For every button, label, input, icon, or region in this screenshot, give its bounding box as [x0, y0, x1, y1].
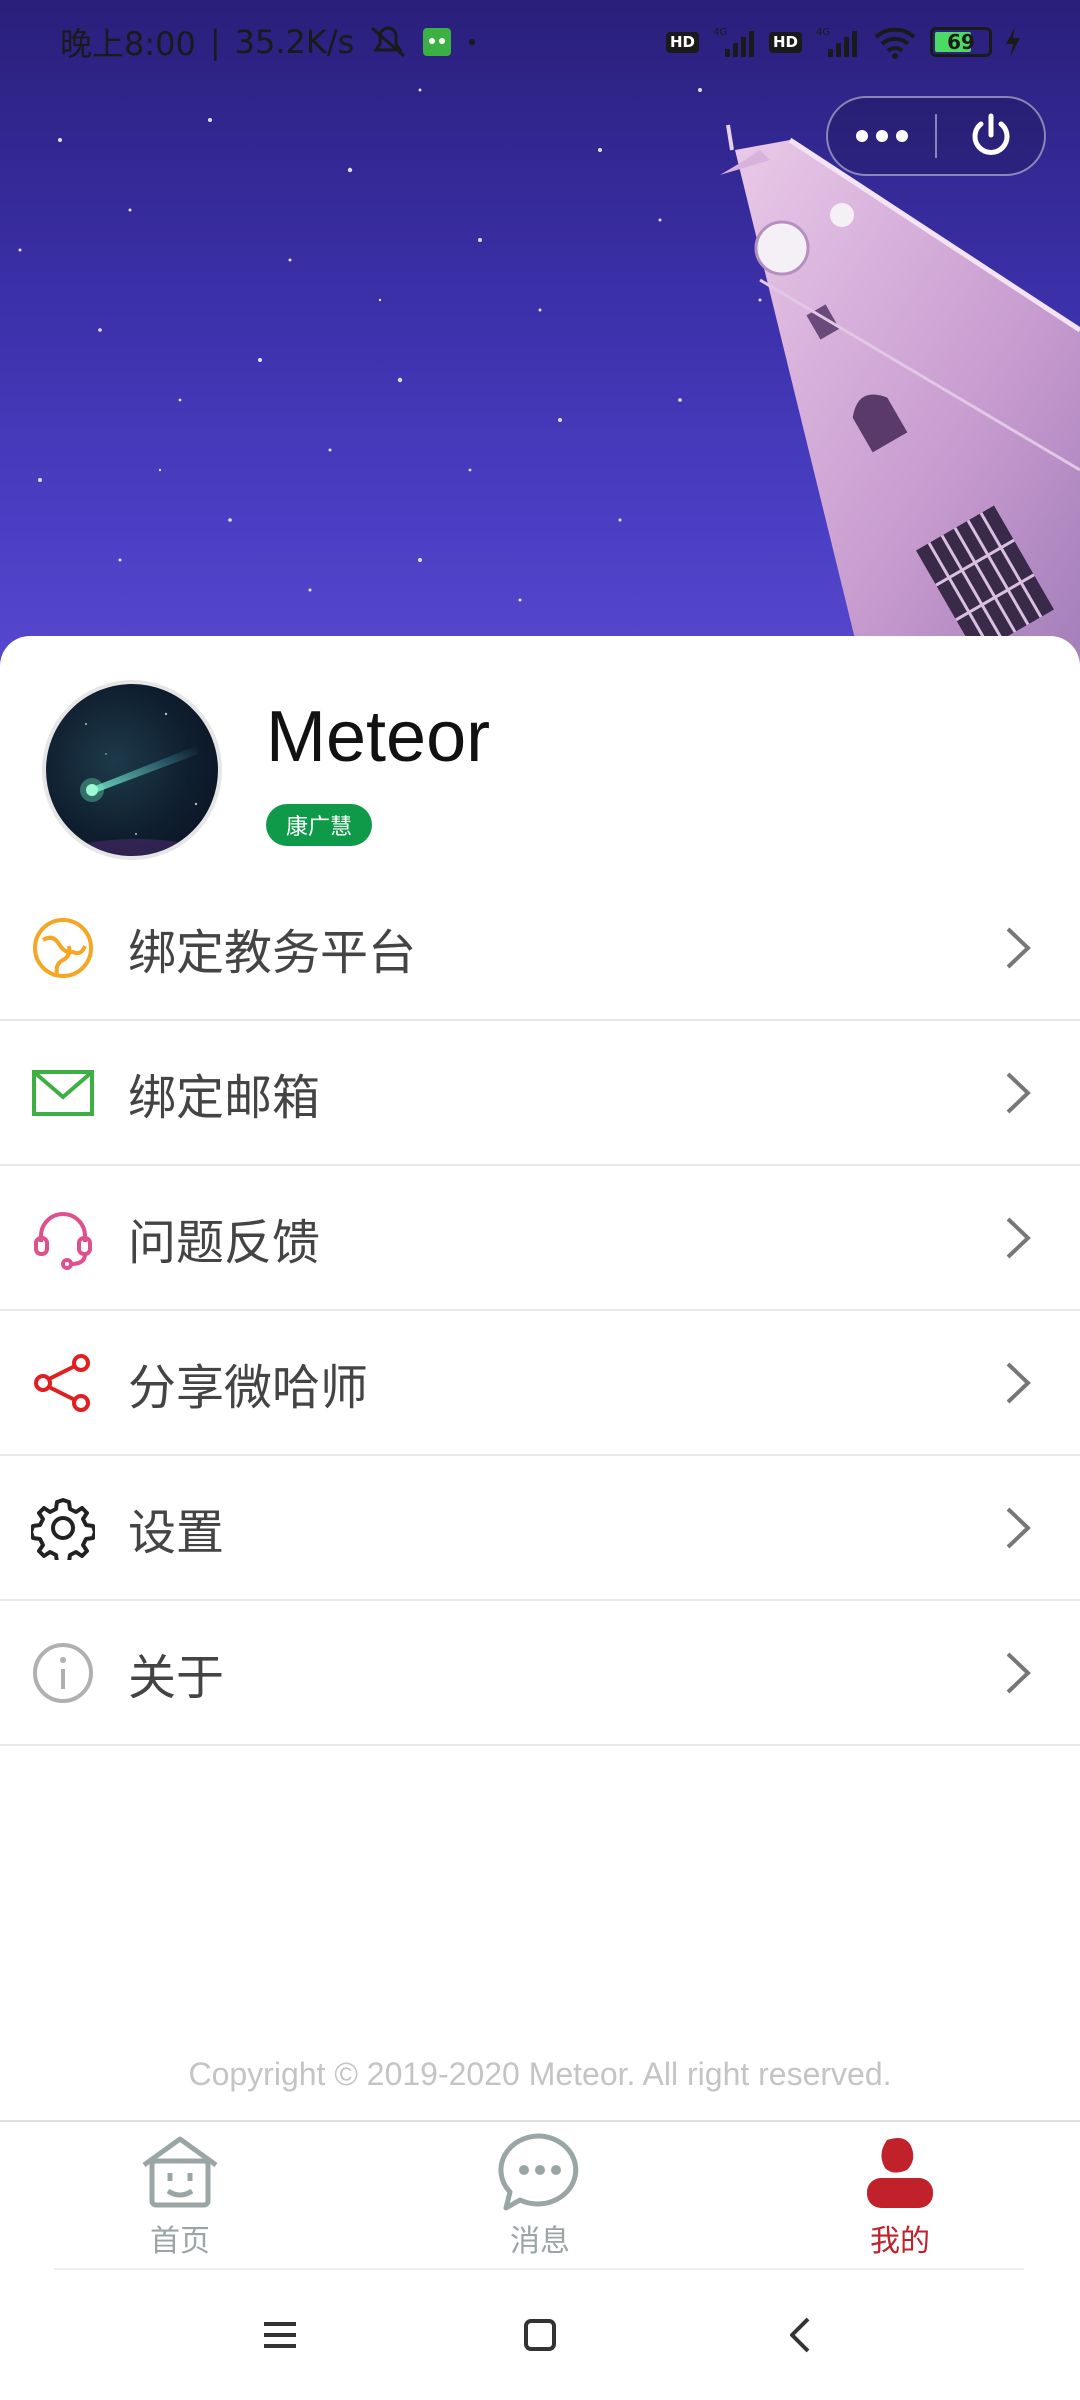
menu-item-feedback[interactable]: 问题反馈 [0, 1166, 1080, 1311]
mute-notification-icon [368, 24, 408, 60]
hd-badge-2: HD [768, 31, 802, 53]
chevron-right-icon [1006, 1072, 1031, 1113]
sim1-type-text: 4G [713, 27, 727, 38]
sim2-type-text: 4G [816, 27, 830, 38]
menu-item-label: 设置 [128, 1504, 225, 1561]
tab-label-messages: 消息 [510, 2224, 570, 2259]
tab-mine[interactable]: 我的 [780, 2121, 1020, 2271]
signal-strength-icon-2: 4G [814, 25, 860, 59]
system-navigation-bar [0, 2270, 1080, 2400]
tab-label-mine: 我的 [870, 2224, 930, 2259]
home-button[interactable] [510, 2305, 570, 2365]
profile-card: Meteor 康广慧 绑定教务平台 绑定邮箱 问题反馈 分享微哈师 设置 关于 … [0, 636, 1080, 2116]
chevron-right-icon [1006, 1507, 1031, 1548]
menu-item-label: 关于 [128, 1649, 225, 1706]
menu-item-label: 问题反馈 [128, 1214, 321, 1271]
battery-indicator: 69 [930, 27, 992, 57]
menu-item-share[interactable]: 分享微哈师 [0, 1311, 1080, 1456]
power-icon [972, 113, 1009, 155]
chat-bubble-icon [495, 2132, 585, 2212]
menu-item-bind-email[interactable]: 绑定邮箱 [0, 1021, 1080, 1166]
menu-item-settings[interactable]: 设置 [0, 1456, 1080, 1601]
hd-badge-1: HD [665, 31, 699, 53]
charging-bolt-icon [1004, 27, 1022, 57]
share-icon [30, 1350, 96, 1416]
settings-menu: 绑定教务平台 绑定邮箱 问题反馈 分享微哈师 设置 关于 [0, 876, 1080, 1746]
bottom-tab-bar: 首页 消息 我的 [0, 2120, 1080, 2270]
menu-item-label: 分享微哈师 [128, 1359, 369, 1416]
menu-lines-icon [264, 2322, 296, 2348]
username: Meteor [266, 697, 491, 777]
menu-item-label: 绑定教务平台 [128, 924, 417, 981]
status-bar: 晚上8:00 | 35.2K/s HD 4G HD 4G 69 [0, 0, 1080, 84]
chevron-right-icon [1006, 927, 1031, 968]
recent-apps-button[interactable] [250, 2305, 310, 2365]
copyright-text: Copyright © 2019-2020 Meteor. All right … [188, 2056, 892, 2092]
square-home-icon [524, 2319, 556, 2351]
globe-link-icon [30, 915, 96, 981]
user-icon [855, 2132, 945, 2212]
battery-level-text: 69 [947, 30, 975, 54]
chevron-right-icon [1006, 1362, 1031, 1403]
headset-icon [30, 1205, 96, 1271]
gear-icon [30, 1495, 96, 1561]
tab-messages[interactable]: 消息 [420, 2121, 660, 2271]
status-time: 晚上8:00 [60, 25, 196, 63]
close-mini-program-button[interactable] [937, 98, 1044, 174]
chevron-right-icon [1006, 1652, 1031, 1693]
avatar[interactable] [42, 680, 222, 860]
back-button[interactable] [770, 2305, 830, 2365]
profile-header: Meteor 康广慧 [0, 636, 1080, 876]
envelope-icon [30, 1060, 96, 1126]
real-name-badge: 康广慧 [266, 804, 373, 846]
network-speed: 35.2K/s [234, 23, 355, 61]
wifi-icon [872, 25, 918, 59]
chevron-right-icon [1006, 1217, 1031, 1258]
menu-item-about[interactable]: 关于 [0, 1601, 1080, 1746]
app-notification-icon [422, 27, 452, 57]
status-separator: | [209, 23, 221, 61]
menu-item-bind-academic[interactable]: 绑定教务平台 [0, 876, 1080, 1021]
tab-label-home: 首页 [150, 2224, 210, 2259]
dot-indicator-icon [466, 36, 478, 48]
home-face-icon [135, 2132, 225, 2212]
tab-home[interactable]: 首页 [60, 2121, 300, 2271]
more-options-button[interactable] [828, 98, 935, 174]
comet-avatar-image [56, 712, 216, 856]
more-dots-icon [855, 130, 908, 142]
info-icon [30, 1640, 96, 1706]
back-chevron-icon [790, 2317, 810, 2353]
mini-program-capsule [826, 96, 1046, 176]
menu-item-label: 绑定邮箱 [128, 1069, 321, 1126]
signal-strength-icon-1: 4G [711, 25, 757, 59]
